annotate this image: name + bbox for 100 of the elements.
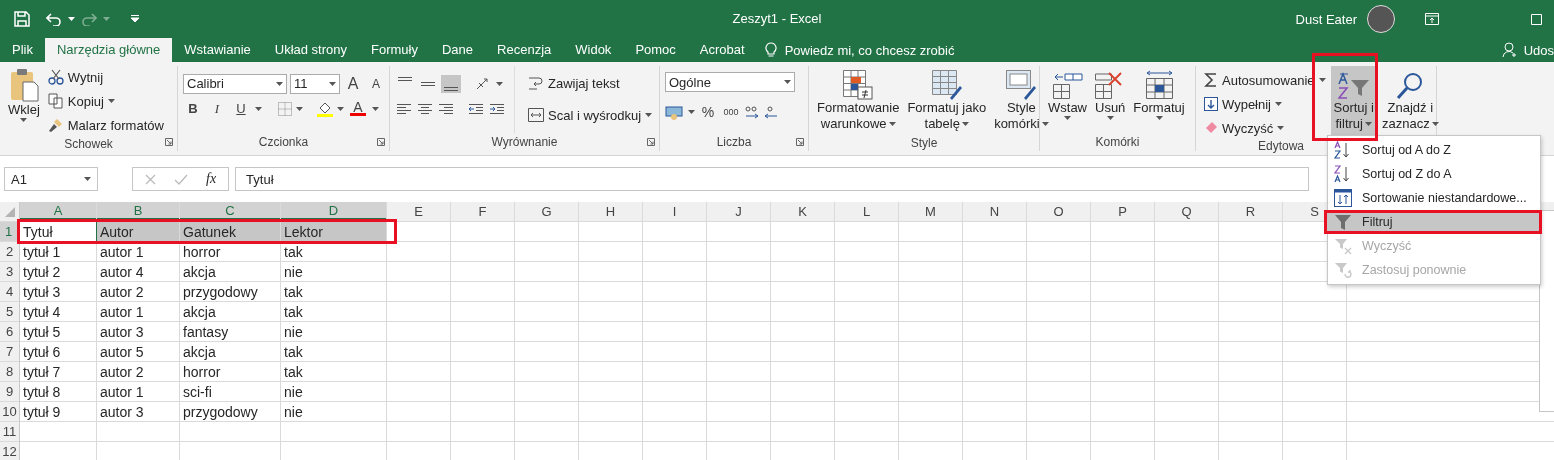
row-header[interactable]: 9 (0, 382, 19, 401)
fill-down-icon (1204, 97, 1218, 111)
find-select-button[interactable]: Znajdź i zaznacz (1378, 66, 1442, 139)
menu-item[interactable]: Sortowanie niestandardowe... (1328, 186, 1540, 210)
cells-button[interactable]: Formatuj (1130, 66, 1188, 133)
ribbon-tab[interactable]: Plik (0, 38, 45, 62)
menu-item[interactable]: Sortuj od A do Z (1328, 138, 1540, 162)
row-header[interactable]: 4 (0, 282, 19, 301)
number-format-field[interactable]: Ogólne (665, 72, 795, 92)
column-header[interactable]: N (963, 202, 1026, 221)
clear-button[interactable]: Wyczyść (1201, 117, 1329, 139)
table-cell-text: nie (283, 322, 304, 341)
avatar[interactable] (1367, 5, 1395, 33)
ribbon-tab[interactable]: Narzędzia główne (44, 38, 173, 62)
cells-button[interactable]: Usuń (1092, 66, 1129, 133)
table-cell-text: tytuł 7 (22, 362, 62, 381)
column-header[interactable]: P (1091, 202, 1154, 221)
column-header[interactable]: B (97, 202, 179, 220)
tell-me-field[interactable]: Powiedz mi, co chcesz zrobić (784, 42, 955, 58)
dialog-launcher-icon (165, 138, 173, 146)
column-header[interactable]: M (899, 202, 962, 221)
ribbon-tab[interactable]: Formuły (359, 38, 430, 62)
ribbon-tab[interactable]: Wstawianie (172, 38, 263, 62)
format-painter-button[interactable]: Malarz formatów (44, 114, 167, 136)
wrap-text-button[interactable]: Zawijaj tekst (525, 72, 656, 94)
table-cell-text: tytuł 4 (22, 302, 62, 321)
row-header[interactable]: 6 (0, 322, 19, 341)
ribbon-tab[interactable]: Dane (429, 38, 486, 62)
ribbon-tab[interactable]: Recenzja (485, 38, 564, 62)
ribbon-tab[interactable]: Pomoc (623, 38, 688, 62)
copy-button[interactable]: Kopiuj (44, 90, 167, 112)
row-header[interactable]: 11 (0, 422, 19, 441)
caret-icon (1106, 116, 1114, 120)
column-header[interactable]: F (451, 202, 514, 221)
caret-icon (84, 177, 91, 181)
align-bottom-icon (444, 86, 458, 91)
column-header[interactable]: J (707, 202, 770, 221)
bold-button[interactable]: B (183, 97, 203, 120)
name-box[interactable]: A1 (4, 167, 98, 191)
caret-icon (337, 106, 344, 111)
ribbon-tab[interactable]: Acrobat (687, 38, 757, 62)
thousands-button[interactable]: 000 (721, 100, 741, 123)
column-header[interactable]: D (281, 202, 386, 220)
align-bottom-button[interactable] (441, 74, 461, 93)
table-cell-text: autor 2 (99, 362, 145, 381)
table-cell-text: tytuł 8 (22, 382, 62, 401)
share-button[interactable]: Udos (1523, 42, 1554, 58)
table-cell-text: tytuł 2 (22, 262, 62, 281)
insert-function-button[interactable]: fx (206, 171, 217, 187)
row-header[interactable]: 2 (0, 242, 19, 261)
ribbon-tab[interactable]: Widok (563, 38, 624, 62)
column-header[interactable]: L (835, 202, 898, 221)
column-header[interactable]: I (643, 202, 706, 221)
table-cell-text: autor 5 (99, 342, 145, 361)
caret-icon (496, 81, 503, 86)
cut-button[interactable]: Wytnij (44, 66, 167, 88)
column-header[interactable]: H (579, 202, 642, 221)
ribbon-tab[interactable]: Układ strony (262, 38, 359, 62)
group-label: Style (910, 135, 938, 150)
row-header[interactable]: 10 (0, 402, 19, 421)
column-header[interactable]: G (515, 202, 578, 221)
grow-font-button[interactable]: A (343, 72, 363, 95)
style-button[interactable]: Formatuj jako tabelę (904, 66, 990, 134)
font-color-button[interactable]: A (348, 97, 368, 120)
font-size-field[interactable]: 11 (290, 73, 340, 94)
row-header[interactable]: 12 (0, 442, 19, 460)
italic-button[interactable]: I (207, 97, 227, 120)
column-header[interactable]: C (180, 202, 280, 220)
fill-button[interactable]: Wypełnij (1201, 93, 1329, 115)
font-name-field[interactable]: Calibri (183, 73, 287, 94)
clear-filter-icon (1334, 237, 1352, 255)
select-all-icon (4, 206, 15, 217)
table-cell-text: horror (182, 242, 222, 261)
style-button[interactable]: Formatowanie warunkowe (814, 66, 903, 134)
cells-button[interactable]: Wstaw (1045, 66, 1090, 133)
caret-icon (276, 81, 283, 86)
column-header[interactable]: A (20, 202, 96, 220)
paste-button[interactable]: Wklej (5, 66, 43, 136)
caret-icon (68, 17, 75, 21)
column-header[interactable]: R (1219, 202, 1282, 221)
row-header[interactable]: 3 (0, 262, 19, 281)
format-table-icon (931, 70, 962, 100)
table-cell-text: tak (283, 242, 304, 261)
row-header[interactable]: 5 (0, 302, 19, 321)
table-cell-text: tak (283, 342, 304, 361)
shrink-font-button[interactable]: A (366, 72, 386, 95)
column-header[interactable]: O (1027, 202, 1090, 221)
underline-button[interactable]: U (231, 97, 251, 120)
formula-field[interactable]: Tytuł (235, 167, 1310, 191)
column-header[interactable]: Q (1155, 202, 1218, 221)
group-label: Liczba (716, 135, 752, 149)
column-header[interactable]: E (387, 202, 450, 221)
percent-button[interactable]: % (698, 100, 718, 123)
merge-center-button[interactable]: Scal i wyśrodkuj (525, 104, 656, 126)
table-cell-text: przygodowy (182, 282, 259, 301)
menu-item[interactable]: Sortuj od Z do A (1328, 162, 1540, 186)
row-header[interactable]: 7 (0, 342, 19, 361)
column-header[interactable]: K (771, 202, 834, 221)
autosum-button[interactable]: Autosumowanie (1201, 69, 1329, 91)
row-header[interactable]: 8 (0, 362, 19, 381)
